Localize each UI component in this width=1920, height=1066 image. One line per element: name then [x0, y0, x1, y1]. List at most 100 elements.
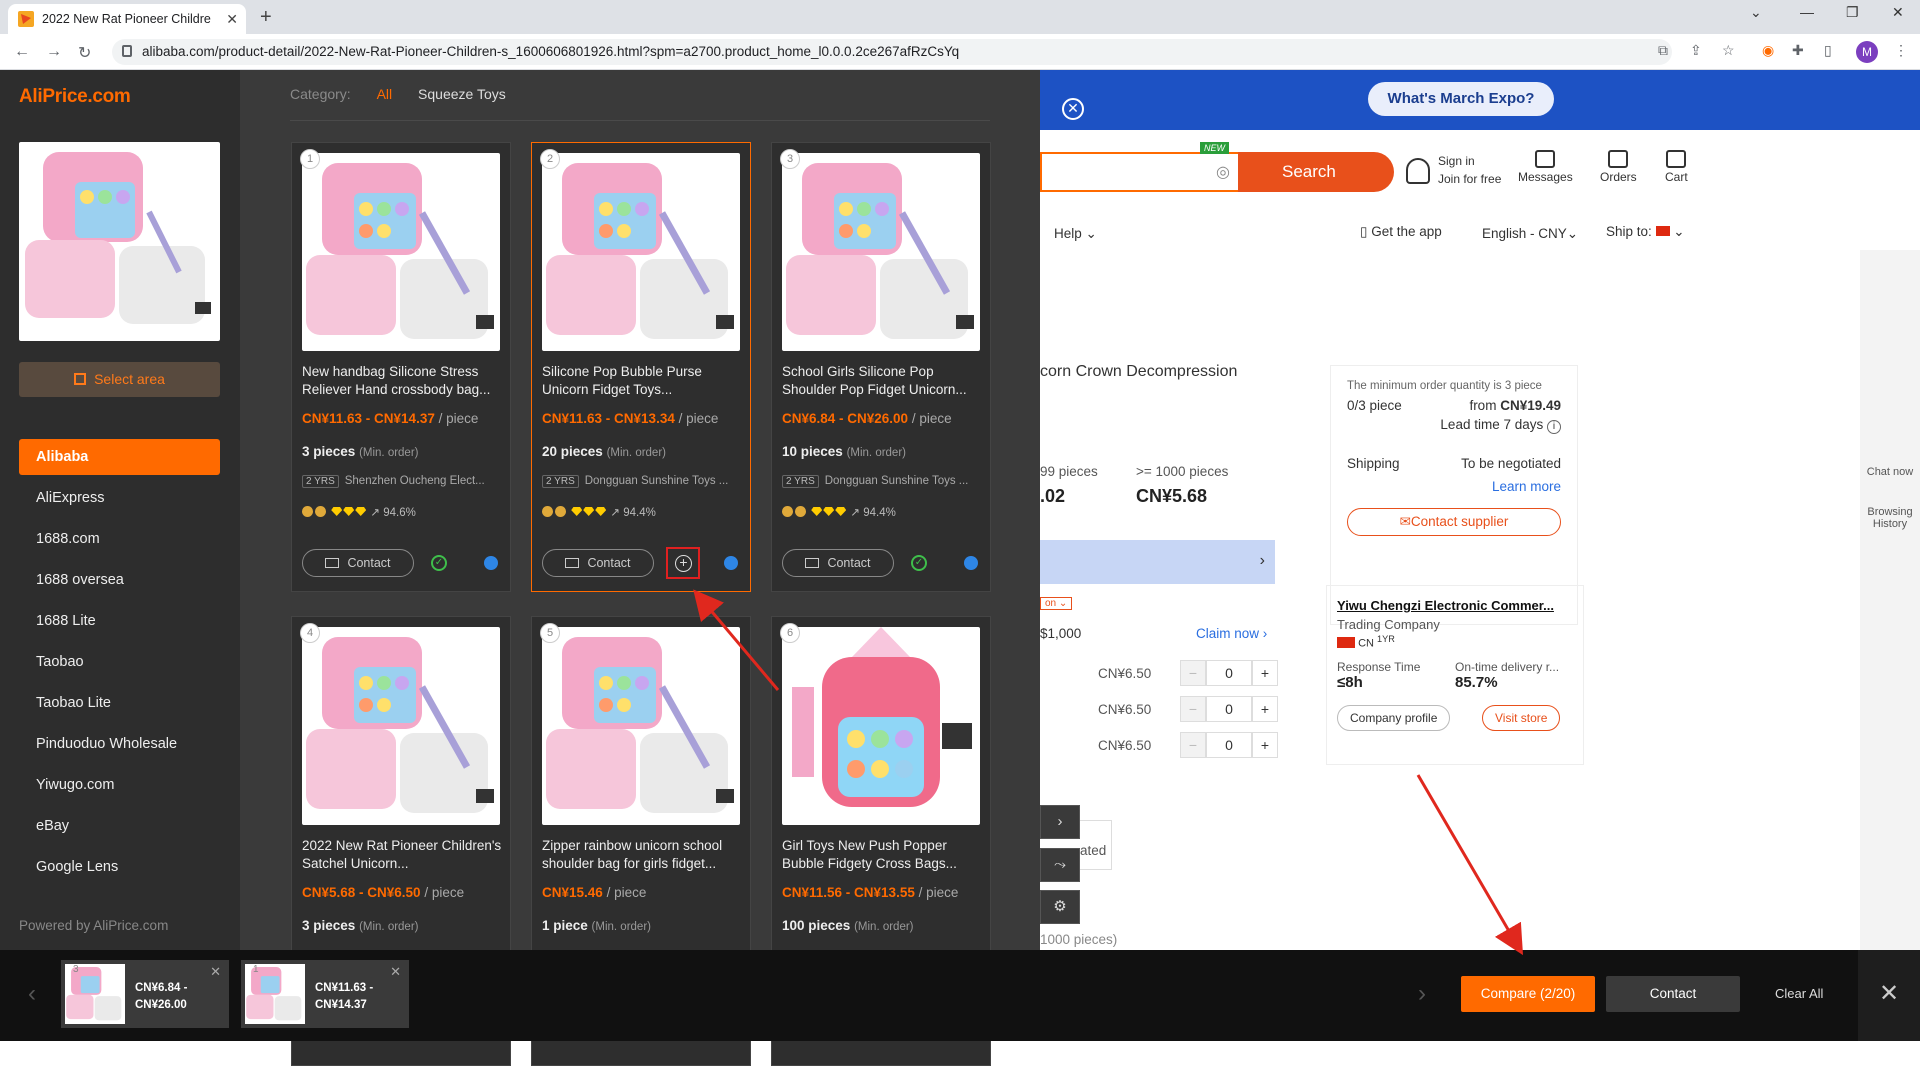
language-select[interactable]: English - CNY⌄ — [1482, 226, 1578, 242]
product-name[interactable]: New handbag Silicone Stress Reliever Han… — [302, 363, 502, 399]
source-item[interactable]: Taobao Lite — [19, 685, 220, 721]
tab-close-icon[interactable]: ✕ — [226, 11, 238, 28]
side-panel-icon[interactable]: ▯ — [1824, 42, 1832, 59]
source-item[interactable]: eBay — [19, 808, 220, 844]
close-window-icon[interactable]: ✕ — [1892, 4, 1904, 21]
minimize-icon[interactable]: — — [1800, 4, 1814, 20]
globe-icon[interactable] — [484, 556, 498, 570]
quantity-stepper[interactable]: −0 + — [1180, 660, 1280, 686]
help-menu[interactable]: Help ⌄ — [1054, 226, 1097, 242]
new-tab-icon[interactable]: + — [260, 6, 272, 29]
product-card[interactable]: 3 School Girls Silicone Pop Shoulder Pop … — [771, 142, 991, 592]
select-area-button[interactable]: Select area — [19, 362, 220, 397]
browsing-history-button[interactable]: Browsing History — [1864, 506, 1916, 530]
aliprice-logo[interactable]: AliPrice.com — [19, 86, 131, 108]
next-arrow-icon[interactable]: › — [1418, 980, 1426, 1008]
learn-more-link[interactable]: Learn more — [1347, 479, 1561, 494]
supplier-info[interactable]: 2 YRS Shenzhen Oucheng Elect... — [302, 475, 502, 488]
contact-button[interactable]: Contact — [542, 549, 654, 577]
extensions-puzzle-icon[interactable]: ✚ — [1792, 42, 1804, 59]
restore-icon[interactable]: ❐ — [1846, 4, 1859, 21]
globe-icon[interactable] — [964, 556, 978, 570]
tab-search-icon[interactable]: ⌄ — [1750, 4, 1762, 21]
source-item[interactable]: 1688 oversea — [19, 562, 220, 598]
quantity-stepper[interactable]: −0 + — [1180, 732, 1280, 758]
prev-arrow-icon[interactable]: ‹ — [28, 980, 36, 1008]
compare-item[interactable]: 1 CN¥11.63 - CN¥14.37 ✕ — [241, 960, 409, 1028]
source-item[interactable]: Alibaba — [19, 439, 220, 475]
product-image[interactable] — [782, 627, 980, 825]
close-compare-icon[interactable]: ✕ — [1858, 950, 1920, 1041]
browser-tab[interactable]: 2022 New Rat Pioneer Childre ✕ — [8, 4, 246, 34]
promo-banner[interactable]: › — [1040, 540, 1275, 584]
menu-icon[interactable]: ⋮ — [1894, 42, 1908, 59]
clear-all-button[interactable]: Clear All — [1775, 986, 1823, 1001]
claim-now-link[interactable]: Claim now › — [1196, 626, 1267, 641]
profile-avatar[interactable]: M — [1856, 41, 1878, 63]
contact-supplier-button[interactable]: ✉Contact supplier — [1347, 508, 1561, 536]
reload-icon[interactable]: ↻ — [78, 43, 91, 63]
product-card[interactable]: 2 Silicone Pop Bubble Purse Unicorn Fidge… — [531, 142, 751, 592]
banner-close-icon[interactable]: ✕ — [1062, 98, 1084, 120]
supplier-name-link[interactable]: Yiwu Chengzi Electronic Commer... — [1337, 598, 1554, 613]
remove-compare-item-icon[interactable]: ✕ — [210, 964, 221, 980]
supplier-info[interactable]: 2 YRS Dongguan Sunshine Toys ... — [782, 475, 982, 488]
product-image[interactable] — [302, 153, 500, 351]
product-name[interactable]: School Girls Silicone Pop Shoulder Pop F… — [782, 363, 982, 399]
source-item[interactable]: Pinduoduo Wholesale — [19, 726, 220, 762]
source-item[interactable]: Google Lens — [19, 849, 220, 885]
product-image[interactable] — [542, 627, 740, 825]
info-icon[interactable]: i — [1547, 420, 1561, 434]
added-check-icon[interactable]: ✓ — [911, 555, 927, 571]
back-icon[interactable]: ← — [14, 43, 30, 61]
compare-contact-button[interactable]: Contact — [1606, 976, 1740, 1012]
orders-link[interactable]: Orders — [1600, 150, 1637, 184]
category-all[interactable]: All — [377, 86, 393, 102]
bookmark-star-icon[interactable]: ☆ — [1722, 42, 1735, 59]
source-item[interactable]: 1688 Lite — [19, 603, 220, 639]
company-profile-button[interactable]: Company profile — [1337, 704, 1451, 731]
url-field[interactable]: alibaba.com/product-detail/2022-New-Rat-… — [112, 39, 1672, 65]
product-image[interactable] — [542, 153, 740, 351]
cart-link[interactable]: Cart — [1665, 150, 1688, 184]
added-check-icon[interactable]: ✓ — [431, 555, 447, 571]
category-squeeze-toys[interactable]: Squeeze Toys — [418, 86, 506, 102]
product-image[interactable] — [782, 153, 980, 351]
settings-gear-icon[interactable]: ⚙ — [1040, 890, 1080, 924]
ship-to-select[interactable]: Ship to: ⌄ — [1606, 224, 1685, 240]
product-name[interactable]: Girl Toys New Push Popper Bubble Fidgety… — [782, 837, 982, 873]
source-item[interactable]: Taobao — [19, 644, 220, 680]
search-button[interactable]: Search — [1238, 152, 1394, 192]
product-name[interactable]: Zipper rainbow unicorn school shoulder b… — [542, 837, 742, 873]
messages-link[interactable]: Messages — [1518, 150, 1573, 184]
remove-compare-item-icon[interactable]: ✕ — [390, 964, 401, 980]
camera-icon[interactable]: ◎ — [1216, 162, 1230, 182]
expo-button[interactable]: What's March Expo? — [1368, 82, 1554, 116]
product-name[interactable]: Silicone Pop Bubble Purse Unicorn Fidget… — [542, 363, 742, 399]
visit-store-button[interactable]: Visit store — [1482, 704, 1561, 731]
add-to-compare-button[interactable]: + — [666, 547, 700, 579]
aliprice-extension-icon[interactable]: ◉ — [1762, 42, 1774, 59]
signin-link[interactable]: Sign in Join for free — [1406, 154, 1501, 186]
translate-icon[interactable]: ⧉ — [1658, 42, 1668, 59]
share-icon[interactable]: ⇪ — [1690, 42, 1702, 59]
source-item[interactable]: AliExpress — [19, 480, 220, 516]
compare-button[interactable]: Compare (2/20) — [1461, 976, 1595, 1012]
source-item[interactable]: Yiwugo.com — [19, 767, 220, 803]
get-app-link[interactable]: ▯ Get the app — [1360, 224, 1442, 240]
expand-chevron-icon[interactable]: › — [1040, 805, 1080, 839]
contact-button[interactable]: Contact — [302, 549, 414, 577]
forward-icon[interactable]: → — [46, 43, 62, 61]
source-item[interactable]: 1688.com — [19, 521, 220, 557]
share-nodes-icon[interactable]: ⤳ — [1040, 848, 1080, 882]
search-input[interactable]: ◎ — [1040, 152, 1238, 192]
globe-icon[interactable] — [724, 556, 738, 570]
product-card[interactable]: 1 New handbag Silicone Stress Reliever Ha… — [291, 142, 511, 592]
compare-item[interactable]: 3 CN¥6.84 - CN¥26.00 ✕ — [61, 960, 229, 1028]
supplier-info[interactable]: 2 YRS Dongguan Sunshine Toys ... — [542, 475, 742, 488]
quantity-stepper[interactable]: −0 + — [1180, 696, 1280, 722]
chat-now-button[interactable]: Chat now — [1866, 466, 1914, 478]
product-image[interactable] — [302, 627, 500, 825]
contact-button[interactable]: Contact — [782, 549, 894, 577]
product-name[interactable]: 2022 New Rat Pioneer Children's Satchel … — [302, 837, 502, 873]
